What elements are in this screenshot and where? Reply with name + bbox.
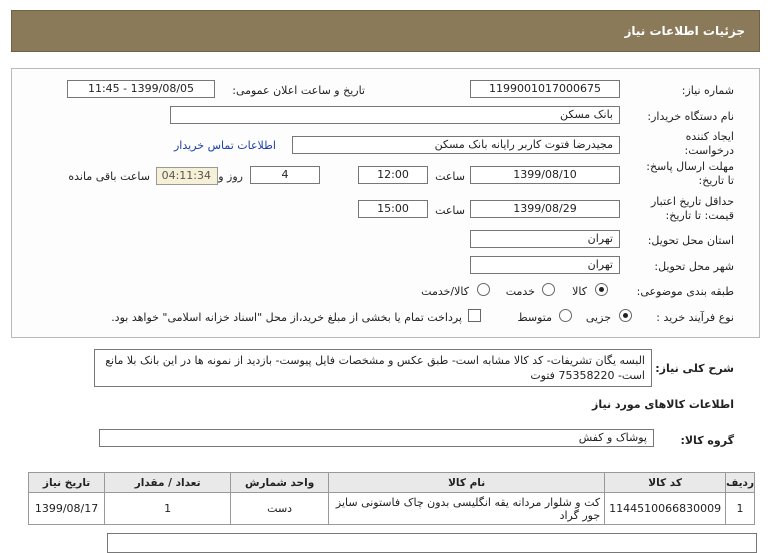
announce-date-label: تاریخ و ساعت اعلان عمومی: (232, 84, 365, 97)
category-label: طبقه بندی موضوعی: (636, 285, 734, 298)
col-row-number: ردیف (725, 472, 755, 493)
cell-need-date: 1399/08/17 (27, 492, 106, 525)
process-radio-medium[interactable] (559, 309, 572, 322)
category-radio-service[interactable] (542, 283, 555, 296)
col-quantity: تعداد / مقدار (104, 472, 232, 493)
reply-deadline-label-1: مهلت ارسال پاسخ: (646, 160, 734, 173)
page-header: جزئیات اطلاعات نیاز (11, 10, 760, 52)
cell-quantity: 1 (104, 492, 232, 525)
category-option-service: خدمت (505, 285, 535, 298)
page-title: جزئیات اطلاعات نیاز (624, 24, 745, 38)
buyer-org-field: بانک مسکن (170, 106, 620, 124)
price-validity-time-label: ساعت (435, 204, 465, 217)
creator-label-2: درخواست: (684, 144, 734, 157)
category-option-goods-service: کالا/خدمت (421, 285, 469, 298)
description-field: البسه یگان تشریفات- کد کالا مشابه است- ط… (94, 349, 652, 387)
category-radio-goods[interactable] (595, 283, 608, 296)
col-need-date: تاریخ نیاز (27, 472, 106, 493)
table-row: 1 1144510066830009 کت و شلوار مردانه یقه… (27, 492, 755, 525)
goods-section-title: اطلاعات کالاهای مورد نیاز (592, 398, 734, 411)
col-item-name: نام کالا (328, 472, 606, 493)
process-option-medium: متوسط (517, 311, 552, 324)
buyer-org-label: نام دستگاه خریدار: (647, 110, 734, 123)
creator-label-1: ایجاد کننده (685, 130, 734, 143)
goods-group-field: پوشاک و کفش (99, 429, 654, 447)
price-validity-label-1: حداقل تاریخ اعتبار (650, 195, 734, 208)
remaining-time-field: 04:11:34 (156, 167, 218, 185)
announce-date-field: 1399/08/05 - 11:45 (67, 80, 215, 98)
reply-deadline-time: 12:00 (358, 166, 428, 184)
need-number-field: 1199001017000675 (470, 80, 620, 98)
price-validity-time: 15:00 (358, 200, 428, 218)
province-label: استان محل تحویل: (647, 234, 734, 247)
col-unit: واحد شمارش (230, 472, 330, 493)
description-label: شرح کلی نیاز: (655, 362, 734, 375)
city-label: شهر محل تحویل: (654, 260, 734, 273)
remaining-time-label: ساعت باقی مانده (68, 170, 150, 183)
col-item-code: کد کالا (604, 472, 727, 493)
notes-box (107, 533, 757, 553)
cell-unit: دست (230, 492, 330, 525)
cell-row-number: 1 (725, 492, 755, 525)
reply-deadline-date: 1399/08/10 (470, 166, 620, 184)
province-field: تهران (470, 230, 620, 248)
reply-days-field: 4 (250, 166, 320, 184)
reply-deadline-time-label: ساعت (435, 170, 465, 183)
goods-group-label: گروه کالا: (680, 434, 734, 447)
reply-deadline-label-2: تا تاریخ: (698, 174, 734, 187)
category-option-goods: کالا (572, 285, 587, 298)
city-field: تهران (470, 256, 620, 274)
price-validity-date: 1399/08/29 (470, 200, 620, 218)
treasury-note: پرداخت تمام یا بخشی از مبلغ خرید،از محل … (111, 311, 462, 324)
need-number-label: شماره نیاز: (681, 84, 734, 97)
buyer-contact-link[interactable]: اطلاعات تماس خریدار (174, 139, 276, 152)
price-validity-label-2: قیمت: تا تاریخ: (665, 209, 734, 222)
category-radio-goods-service[interactable] (477, 283, 490, 296)
treasury-checkbox[interactable] (468, 309, 481, 322)
items-table-header: ردیف کد کالا نام کالا واحد شمارش تعداد /… (27, 472, 755, 493)
cell-item-name: کت و شلوار مردانه یقه انگلیسی بدون چاک ف… (328, 492, 606, 525)
items-table: ردیف کد کالا نام کالا واحد شمارش تعداد /… (27, 472, 755, 525)
reply-days-label: روز و (218, 170, 243, 183)
cell-item-code: 1144510066830009 (604, 492, 727, 525)
process-radio-minor[interactable] (619, 309, 632, 322)
creator-field: مجیدرضا فتوت کاربر رایانه بانک مسکن (292, 136, 620, 154)
process-option-minor: جزیی (585, 311, 611, 324)
process-label: نوع فرآیند خرید : (656, 311, 734, 324)
